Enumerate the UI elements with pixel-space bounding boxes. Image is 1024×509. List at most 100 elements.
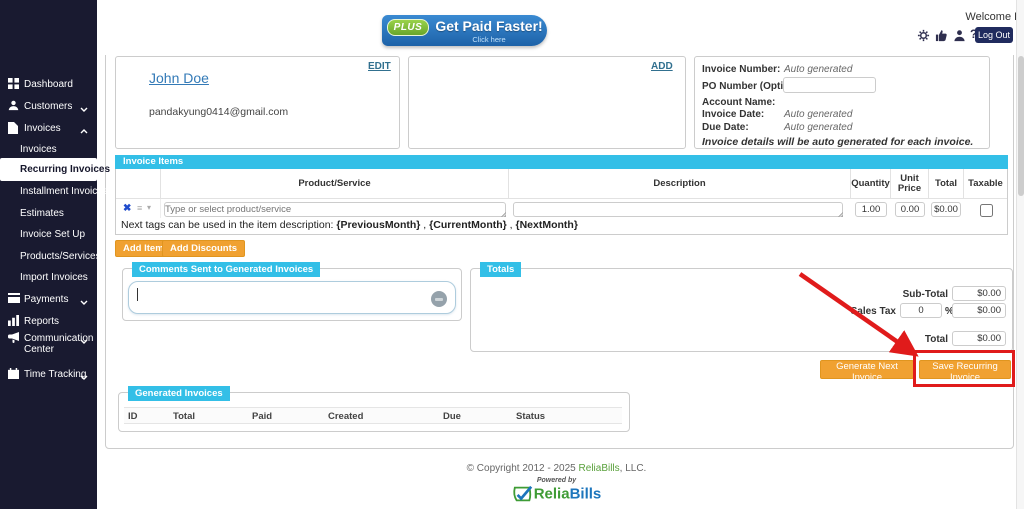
add-discounts-button[interactable]: Add Discounts bbox=[162, 240, 245, 257]
col-total: Total bbox=[929, 169, 964, 199]
po-number-input[interactable] bbox=[783, 77, 876, 93]
line-total-input[interactable] bbox=[931, 202, 961, 217]
unit-price-input[interactable] bbox=[895, 202, 925, 217]
chevron-down-icon bbox=[80, 297, 88, 308]
chevron-down-icon bbox=[80, 372, 88, 383]
add-link[interactable]: ADD bbox=[651, 61, 673, 72]
sidebar-subitem-estimates[interactable]: Estimates bbox=[0, 204, 97, 224]
sidebar-item-label: Reports bbox=[24, 316, 59, 327]
sidebar-item-payments[interactable]: Payments bbox=[0, 290, 97, 310]
total-label: Total bbox=[828, 334, 948, 345]
save-recurring-invoice-button[interactable]: Save Recurring Invoice bbox=[919, 360, 1011, 379]
megaphone-icon bbox=[8, 332, 20, 344]
invoice-file-icon bbox=[8, 122, 20, 134]
invoice-number-label: Invoice Number: bbox=[702, 64, 780, 75]
edit-customer-link[interactable]: EDIT bbox=[368, 61, 391, 72]
tax-amount-input[interactable] bbox=[952, 303, 1006, 318]
invoice-date-value: Auto generated bbox=[784, 109, 852, 120]
invoice-number-value: Auto generated bbox=[784, 64, 852, 75]
total-input[interactable] bbox=[952, 331, 1006, 346]
sidebar-subitem-invoices[interactable]: Invoices bbox=[0, 140, 97, 160]
taxable-checkbox[interactable] bbox=[980, 204, 993, 217]
copyright-suffix: , LLC. bbox=[620, 463, 647, 474]
sidebar: Dashboard Customers Invoices Invoices Re… bbox=[0, 0, 97, 509]
brand-link[interactable]: ReliaBills bbox=[579, 463, 620, 474]
resize-grip-icon[interactable] bbox=[837, 211, 843, 217]
sidebar-subitem-invoice-set-up[interactable]: Invoice Set Up bbox=[0, 225, 97, 245]
tag-next-month: {NextMonth} bbox=[516, 219, 578, 231]
generate-next-invoice-button[interactable]: Generate Next Invoice bbox=[820, 360, 914, 379]
sidebar-subitem-products-services[interactable]: Products/Services bbox=[0, 247, 97, 267]
gen-col-id: ID bbox=[128, 411, 138, 422]
vertical-scrollbar[interactable] bbox=[1016, 0, 1024, 509]
tax-rate-input[interactable] bbox=[900, 303, 942, 318]
sidebar-item-label: Invoices bbox=[20, 144, 57, 155]
sidebar-item-label: Customers bbox=[24, 101, 72, 112]
logo-text-relia: Relia bbox=[534, 486, 570, 503]
sidebar-item-time-tracking[interactable]: Time Tracking bbox=[0, 365, 97, 385]
generated-invoices-legend: Generated Invoices bbox=[128, 386, 230, 401]
comments-legend: Comments Sent to Generated Invoices bbox=[132, 262, 320, 277]
thumbs-up-icon[interactable] bbox=[935, 29, 949, 43]
gen-col-status: Status bbox=[516, 411, 545, 422]
logo-text-bills: Bills bbox=[570, 486, 602, 503]
subtotal-label: Sub-Total bbox=[828, 289, 948, 300]
sidebar-item-label: Communication Center bbox=[24, 333, 82, 355]
user-icon[interactable] bbox=[953, 29, 967, 43]
sidebar-subitem-installment-invoices[interactable]: Installment Invoices bbox=[0, 182, 97, 202]
get-paid-faster-banner[interactable]: PLUS Get Paid Faster! Click here bbox=[382, 15, 547, 46]
sidebar-item-customers[interactable]: Customers bbox=[0, 97, 97, 117]
gen-col-paid: Paid bbox=[252, 411, 272, 422]
resize-grip-icon[interactable] bbox=[500, 211, 506, 217]
chevron-up-icon bbox=[80, 126, 88, 137]
sidebar-subitem-recurring-invoices[interactable]: Recurring Invoices bbox=[0, 158, 97, 181]
due-date-value: Auto generated bbox=[784, 122, 852, 133]
drag-row-icon[interactable]: ≡ bbox=[137, 203, 142, 213]
customer-email: pandakyung0414@gmail.com bbox=[149, 106, 288, 118]
banner-click-here[interactable]: Click here bbox=[434, 35, 544, 44]
gen-col-total: Total bbox=[173, 411, 195, 422]
sidebar-item-label: Dashboard bbox=[24, 79, 73, 90]
gen-col-created: Created bbox=[328, 411, 363, 422]
sidebar-subitem-import-invoices[interactable]: Import Invoices bbox=[0, 268, 97, 288]
row-select-icon[interactable]: ▾ bbox=[147, 203, 151, 212]
invoice-items-header: Invoice Items bbox=[115, 155, 1008, 169]
customer-name-link[interactable]: John Doe bbox=[149, 70, 209, 86]
comments-input[interactable] bbox=[128, 281, 456, 314]
recurring-invoice-page: Dashboard Customers Invoices Invoices Re… bbox=[0, 0, 1024, 509]
generated-invoices-header-row: ID Total Paid Created Due Status bbox=[124, 407, 622, 424]
col-product-service: Product/Service bbox=[161, 169, 509, 199]
add-info-card: ADD bbox=[408, 56, 686, 149]
customers-icon bbox=[8, 100, 20, 112]
reliabills-logo[interactable]: ReliaBills bbox=[97, 484, 1016, 504]
quantity-input[interactable] bbox=[855, 202, 887, 217]
copyright-prefix: © Copyright 2012 - 2025 bbox=[467, 463, 579, 474]
product-service-input[interactable] bbox=[164, 202, 506, 217]
gear-icon[interactable] bbox=[917, 29, 931, 43]
sidebar-item-invoices[interactable]: Invoices bbox=[0, 119, 97, 139]
sidebar-item-label: Products/Services bbox=[20, 251, 101, 262]
banner-title: Get Paid Faster! bbox=[434, 18, 544, 34]
copyright-line: © Copyright 2012 - 2025 ReliaBills, LLC. bbox=[97, 463, 1016, 474]
invoice-date-label: Invoice Date: bbox=[702, 109, 764, 120]
welcome-text: Welcome Back bbox=[917, 11, 1024, 23]
sidebar-item-label: Recurring Invoices bbox=[20, 164, 110, 175]
logout-button[interactable]: Log Out bbox=[975, 27, 1013, 43]
totals-legend: Totals bbox=[480, 262, 521, 277]
scrollbar-thumb[interactable] bbox=[1018, 56, 1024, 196]
sidebar-item-communication-center[interactable]: Communication Center bbox=[0, 329, 97, 357]
text-cursor bbox=[137, 288, 138, 301]
comment-addon-icon[interactable] bbox=[431, 291, 447, 307]
chevron-down-icon bbox=[80, 104, 88, 115]
reliabills-logo-mark bbox=[512, 484, 534, 504]
remove-row-icon[interactable]: ✖ bbox=[123, 203, 131, 214]
account-name-label: Account Name: bbox=[702, 97, 775, 108]
chevron-down-icon bbox=[80, 336, 88, 347]
gen-col-due: Due bbox=[443, 411, 461, 422]
col-taxable: Taxable bbox=[964, 169, 1007, 199]
description-input[interactable] bbox=[513, 202, 843, 217]
col-description: Description bbox=[509, 169, 851, 199]
sidebar-item-label: Invoices bbox=[24, 123, 61, 134]
sidebar-item-dashboard[interactable]: Dashboard bbox=[0, 75, 97, 95]
subtotal-input[interactable] bbox=[952, 286, 1006, 301]
